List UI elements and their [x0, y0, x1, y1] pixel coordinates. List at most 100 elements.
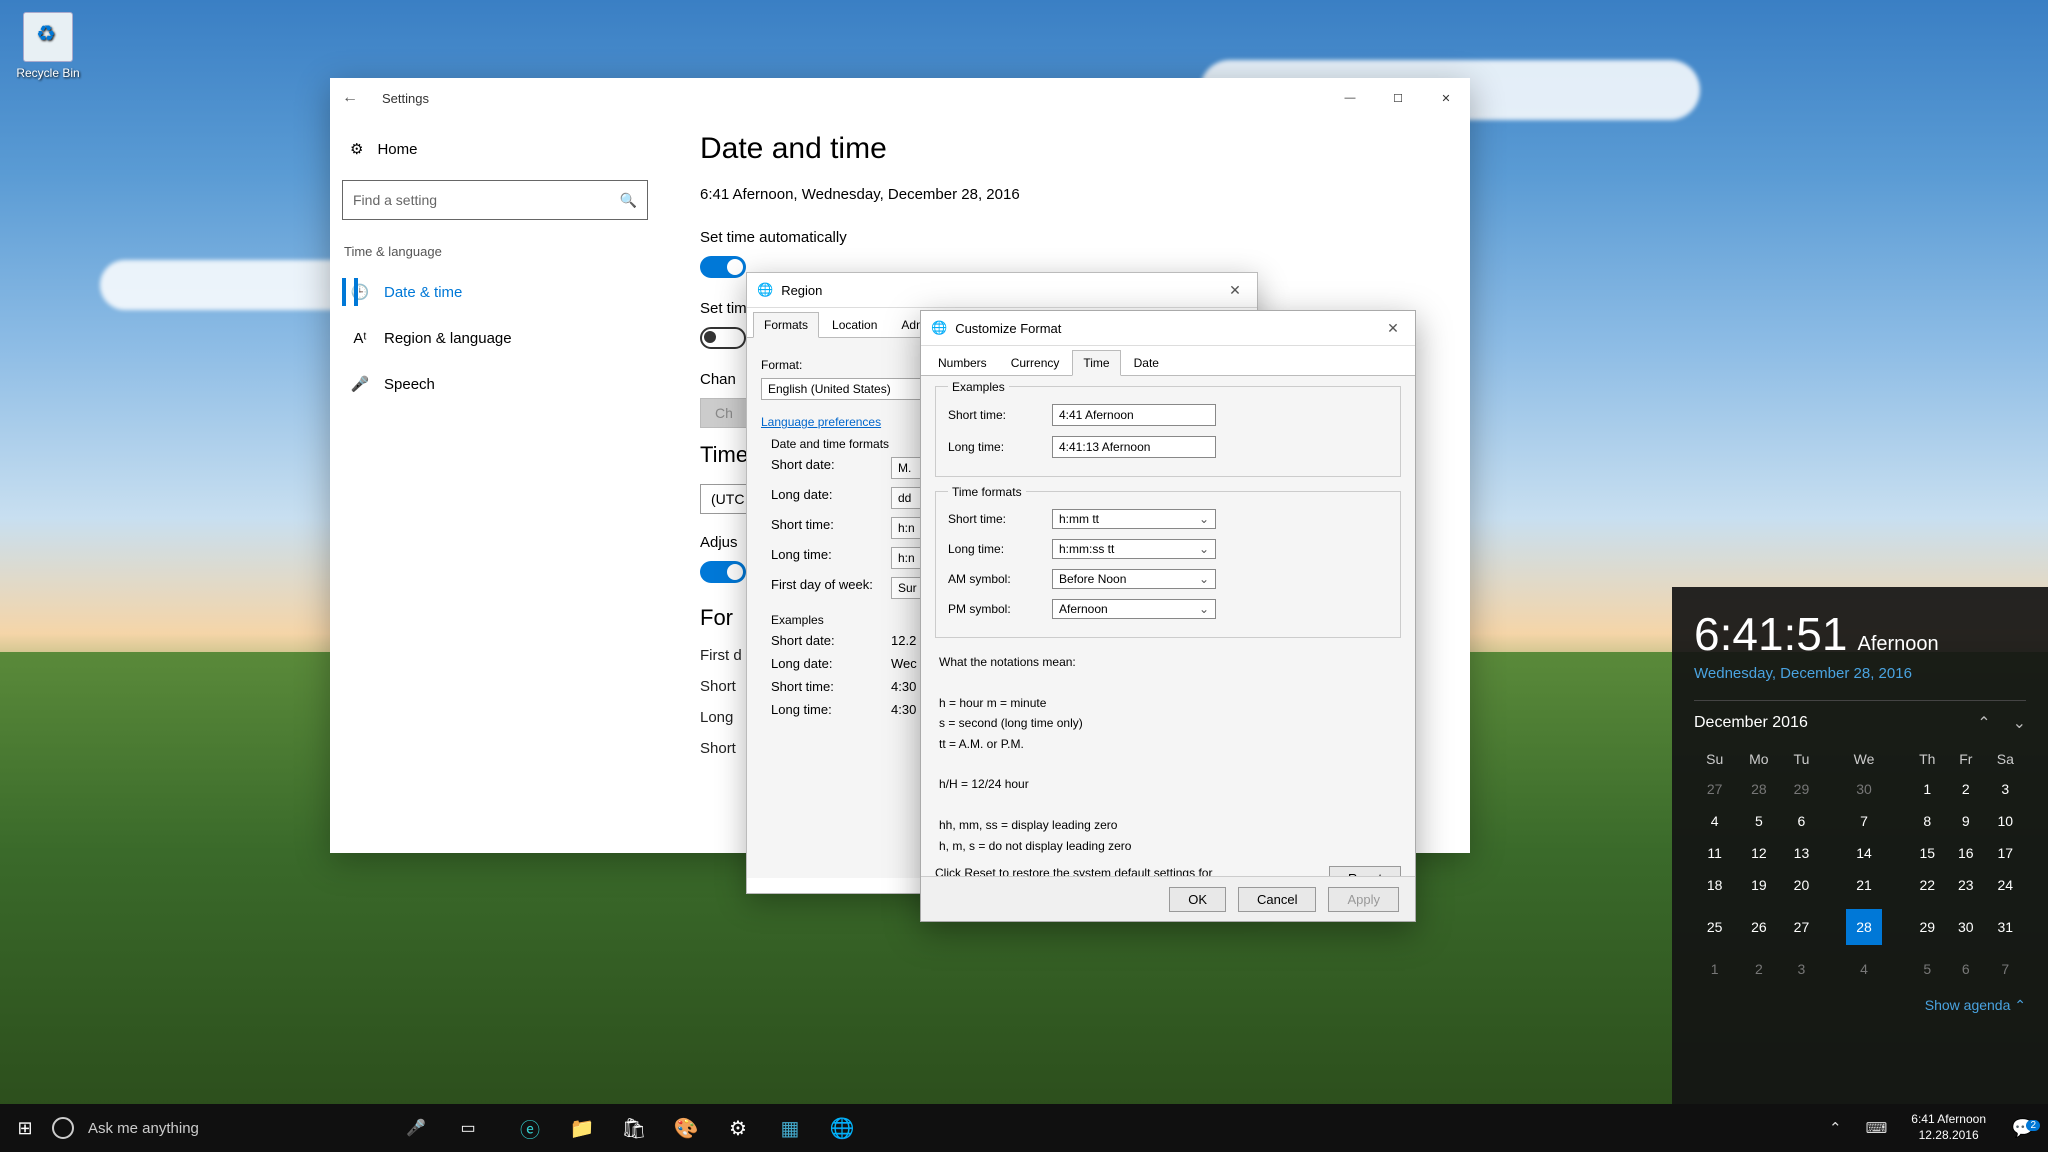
- calendar-day[interactable]: 12: [1735, 837, 1782, 869]
- notation-line: h, m, s = do not display leading zero: [939, 836, 1397, 856]
- calendar-day[interactable]: 7: [1821, 805, 1908, 837]
- prev-month-button[interactable]: ⌃: [1977, 713, 1990, 733]
- region-titlebar[interactable]: 🌐 Region ✕: [747, 273, 1257, 308]
- tab-formats[interactable]: Formats: [753, 312, 819, 338]
- show-agenda-link[interactable]: Show agenda ⌃: [1694, 997, 2026, 1014]
- calendar-day[interactable]: 28: [1821, 901, 1908, 953]
- nav-date-time[interactable]: 🕒 Date & time: [342, 269, 648, 315]
- toggle-auto-time[interactable]: [700, 256, 746, 278]
- start-button[interactable]: ⊞: [0, 1118, 50, 1139]
- customize-titlebar[interactable]: 🌐 Customize Format ✕: [921, 311, 1415, 346]
- calendar-day[interactable]: 14: [1821, 837, 1908, 869]
- taskbar-clock[interactable]: 6:41 Afernoon 12.28.2016: [1899, 1112, 1998, 1143]
- region-close-button[interactable]: ✕: [1213, 273, 1257, 307]
- cancel-button[interactable]: Cancel: [1238, 887, 1316, 912]
- calendar-day[interactable]: 6: [1947, 953, 1985, 985]
- calendar-dow: Fr: [1947, 745, 1985, 773]
- flyout-month[interactable]: December 2016: [1694, 714, 1808, 732]
- minimize-button[interactable]: —: [1326, 78, 1374, 118]
- calendar-day[interactable]: 17: [1985, 837, 2026, 869]
- calendar-day[interactable]: 27: [1694, 773, 1735, 805]
- language-preferences-link[interactable]: Language preferences: [761, 415, 881, 429]
- home-nav[interactable]: ⚙ Home: [342, 128, 648, 170]
- nav-speech[interactable]: 🎤 Speech: [342, 361, 648, 407]
- calendar-day[interactable]: 6: [1782, 805, 1820, 837]
- calendar-day[interactable]: 21: [1821, 869, 1908, 901]
- settings-titlebar[interactable]: ← Settings — ☐ ✕: [330, 78, 1470, 118]
- settings-taskbar-icon[interactable]: ⚙: [712, 1104, 764, 1152]
- calendar-day[interactable]: 13: [1782, 837, 1820, 869]
- tab-location[interactable]: Location: [821, 312, 888, 337]
- customize-close-button[interactable]: ✕: [1371, 311, 1415, 345]
- tab-currency[interactable]: Currency: [1000, 350, 1071, 375]
- calendar-day[interactable]: 28: [1735, 773, 1782, 805]
- calendar-day[interactable]: 30: [1947, 901, 1985, 953]
- tab-time[interactable]: Time: [1072, 350, 1120, 376]
- tray-chevron[interactable]: ⌃: [1817, 1119, 1854, 1137]
- long-time-combo[interactable]: h:mm:ss tt: [1052, 539, 1216, 559]
- pm-symbol-combo[interactable]: Afernoon: [1052, 599, 1216, 619]
- calendar-day[interactable]: 10: [1985, 805, 2026, 837]
- calendar-day[interactable]: 31: [1985, 901, 2026, 953]
- change-button[interactable]: Ch: [700, 398, 748, 428]
- paint-icon[interactable]: 🎨: [660, 1104, 712, 1152]
- calendar-day[interactable]: 2: [1947, 773, 1985, 805]
- maximize-button[interactable]: ☐: [1374, 78, 1422, 118]
- toggle-dst[interactable]: [700, 561, 746, 583]
- calendar-day[interactable]: 25: [1694, 901, 1735, 953]
- globe-icon: 🌐: [931, 320, 947, 336]
- tab-date[interactable]: Date: [1123, 350, 1170, 375]
- tray-keyboard-icon[interactable]: ⌨: [1854, 1119, 1900, 1137]
- calendar-day[interactable]: 4: [1821, 953, 1908, 985]
- calendar-day[interactable]: 8: [1908, 805, 1947, 837]
- recycle-bin-icon[interactable]: Recycle Bin: [10, 12, 86, 80]
- apply-button[interactable]: Apply: [1328, 887, 1399, 912]
- cortana-search[interactable]: Ask me anything: [50, 1104, 390, 1152]
- tab-numbers[interactable]: Numbers: [927, 350, 998, 375]
- calendar-day[interactable]: 20: [1782, 869, 1820, 901]
- task-view-button[interactable]: ▭: [442, 1118, 494, 1138]
- calendar-day[interactable]: 19: [1735, 869, 1782, 901]
- nav-region-language[interactable]: Aᵗ Region & language: [342, 315, 648, 361]
- calendar-day[interactable]: 5: [1908, 953, 1947, 985]
- calendar-day[interactable]: 27: [1782, 901, 1820, 953]
- mic-button[interactable]: 🎤: [390, 1118, 442, 1138]
- file-explorer-icon[interactable]: 📁: [556, 1104, 608, 1152]
- toggle-auto-tz[interactable]: [700, 327, 746, 349]
- calendar-day[interactable]: 7: [1985, 953, 2026, 985]
- app-icon-2[interactable]: 🌐: [816, 1104, 868, 1152]
- settings-search[interactable]: Find a setting 🔍: [342, 180, 648, 220]
- calendar-day[interactable]: 2: [1735, 953, 1782, 985]
- calendar-day[interactable]: 4: [1694, 805, 1735, 837]
- am-symbol-combo[interactable]: Before Noon: [1052, 569, 1216, 589]
- taskbar: ⊞ Ask me anything 🎤 ▭ ⓔ 📁 🛍 🎨 ⚙ ▦ 🌐 ⌃ ⌨ …: [0, 1104, 2048, 1152]
- flyout-date[interactable]: Wednesday, December 28, 2016: [1694, 665, 2026, 682]
- calendar-day[interactable]: 29: [1782, 773, 1820, 805]
- calendar-day[interactable]: 11: [1694, 837, 1735, 869]
- calendar-day[interactable]: 1: [1694, 953, 1735, 985]
- calendar-grid: SuMoTuWeThFrSa 2728293012345678910111213…: [1694, 745, 2026, 985]
- action-center-button[interactable]: 💬2: [1998, 1118, 2048, 1139]
- ok-button[interactable]: OK: [1169, 887, 1226, 912]
- short-time-combo[interactable]: h:mm tt: [1052, 509, 1216, 529]
- store-icon[interactable]: 🛍: [608, 1104, 660, 1152]
- close-button[interactable]: ✕: [1422, 78, 1470, 118]
- calendar-day[interactable]: 16: [1947, 837, 1985, 869]
- edge-icon[interactable]: ⓔ: [504, 1104, 556, 1152]
- calendar-day[interactable]: 22: [1908, 869, 1947, 901]
- app-icon[interactable]: ▦: [764, 1104, 816, 1152]
- calendar-day[interactable]: 5: [1735, 805, 1782, 837]
- calendar-day[interactable]: 24: [1985, 869, 2026, 901]
- calendar-day[interactable]: 3: [1985, 773, 2026, 805]
- calendar-day[interactable]: 15: [1908, 837, 1947, 869]
- calendar-day[interactable]: 18: [1694, 869, 1735, 901]
- calendar-day[interactable]: 3: [1782, 953, 1820, 985]
- calendar-day[interactable]: 1: [1908, 773, 1947, 805]
- calendar-day[interactable]: 26: [1735, 901, 1782, 953]
- calendar-day[interactable]: 9: [1947, 805, 1985, 837]
- calendar-day[interactable]: 23: [1947, 869, 1985, 901]
- next-month-button[interactable]: ⌄: [2013, 713, 2026, 733]
- calendar-day[interactable]: 29: [1908, 901, 1947, 953]
- calendar-day[interactable]: 30: [1821, 773, 1908, 805]
- back-button[interactable]: ←: [342, 89, 358, 107]
